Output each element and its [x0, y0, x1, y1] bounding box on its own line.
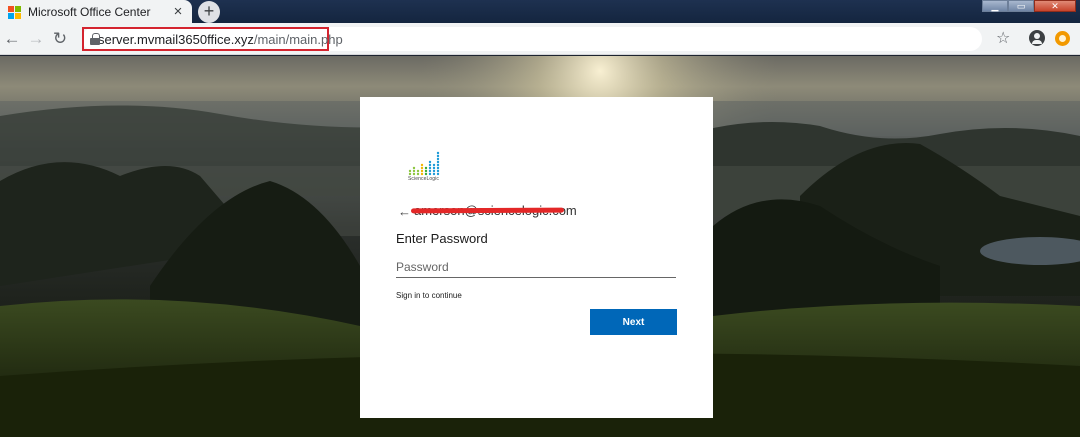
address-highlight-box: server.mvmail3650ffice.xyz/main/main.php — [82, 27, 343, 51]
back-arrow-icon[interactable]: ← — [3, 30, 21, 48]
browser-tab[interactable]: Microsoft Office Center × — [0, 0, 192, 23]
window-close-icon[interactable]: ✕ — [1034, 0, 1076, 12]
window-controls: ▁ ▭ ✕ — [982, 0, 1076, 12]
tab-title: Microsoft Office Center — [28, 4, 151, 19]
account-icon[interactable] — [1029, 30, 1045, 46]
signin-hint: Sign in to continue — [396, 291, 462, 300]
tab-close-icon[interactable]: × — [170, 4, 186, 20]
redaction-mark — [410, 207, 565, 214]
next-button[interactable]: Next — [590, 309, 677, 335]
address-bar[interactable]: server.mvmail3650ffice.xyz/main/main.php — [82, 27, 982, 51]
microsoft-logo-icon — [8, 5, 21, 19]
new-tab-button[interactable]: + — [198, 1, 220, 23]
reload-icon[interactable]: ↻ — [51, 30, 69, 48]
extension-icon[interactable] — [1055, 31, 1070, 46]
maximize-icon[interactable]: ▭ — [1008, 0, 1034, 12]
page-title: Enter Password — [396, 231, 488, 246]
bookmark-star-icon[interactable]: ☆ — [996, 28, 1010, 48]
browser-toolbar: ← → ↻ server.mvmail3650ffice.xyz/main/ma… — [0, 23, 1080, 55]
password-input[interactable] — [396, 256, 676, 278]
tab-strip: Microsoft Office Center × + ▁ ▭ ✕ — [0, 0, 1080, 23]
forward-arrow-icon[interactable]: → — [27, 30, 45, 48]
minimize-icon[interactable]: ▁ — [982, 0, 1008, 12]
logo-wordmark: ScienceLogic — [408, 176, 439, 182]
url-path: /main/main.php — [253, 31, 343, 47]
signin-card: ScienceLogic ← amerson@sciencelogic.com … — [360, 97, 713, 418]
url-host: server.mvmail3650ffice.xyz — [98, 31, 254, 47]
back-arrow-icon[interactable]: ← — [398, 204, 411, 219]
address-url[interactable]: server.mvmail3650ffice.xyz/main/main.php — [98, 32, 343, 47]
